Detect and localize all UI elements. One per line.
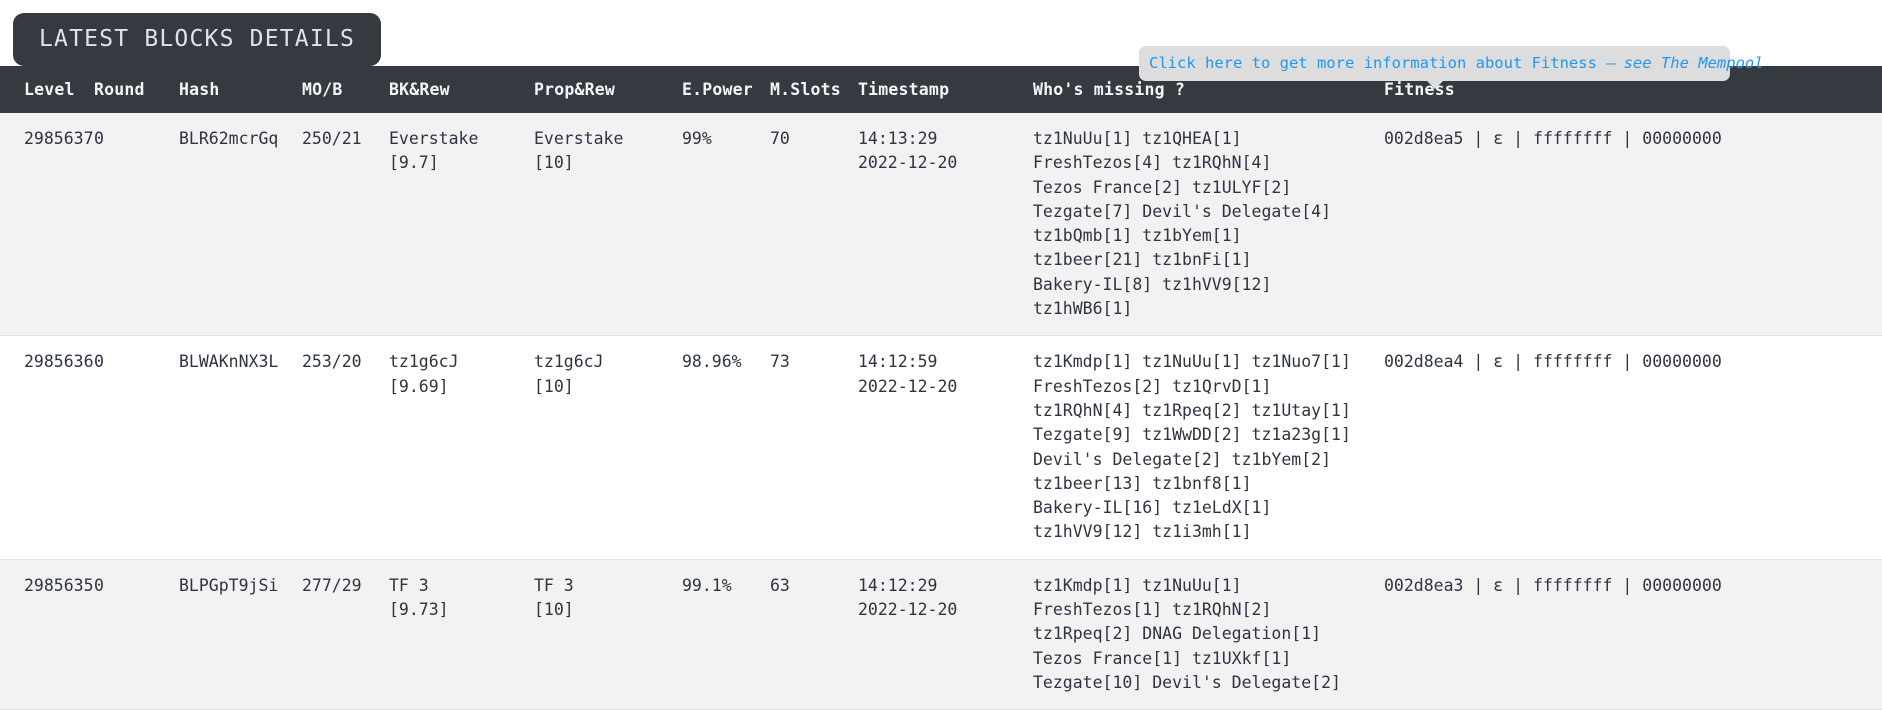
cell-epower: 99% (682, 113, 770, 337)
column-header-hash[interactable]: Hash (179, 66, 302, 113)
missing-line: FreshTezos[4] tz1RQhN[4] (1033, 153, 1272, 173)
missing-line: tz1hVV9[12] tz1i3mh[1] (1033, 522, 1252, 542)
table-row[interactable]: 2985637 0 BLR62mcrGq 250/21 Everstake [9… (0, 113, 1882, 337)
missing-line: tz1RQhN[4] tz1Rpeq[2] tz1Utay[1] (1033, 400, 1351, 420)
bkrew-reward: [9.69] (389, 376, 449, 396)
fitness-info-banner[interactable]: Click here to get more information about… (1139, 46, 1764, 89)
missing-line: Tezos France[2] tz1ULYF[2] (1033, 177, 1292, 197)
cell-proprew[interactable]: Everstake [10] (534, 113, 682, 337)
cell-proprew[interactable]: TF 3 [10] (534, 559, 682, 710)
cell-mob: 277/29 (302, 559, 389, 710)
cell-epower: 98.96% (682, 335, 770, 560)
missing-line: Bakery-IL[8] tz1hVV9[12] (1033, 274, 1272, 294)
bkrew-baker[interactable]: Everstake (389, 127, 534, 151)
cell-proprew[interactable]: tz1g6cJ [10] (534, 335, 682, 560)
column-header-mob[interactable]: MO/B (302, 66, 389, 113)
proprew-baker[interactable]: Everstake (534, 127, 682, 151)
column-header-mslots[interactable]: M.Slots (770, 66, 858, 113)
proprew-reward: [10] (534, 376, 574, 396)
cell-bkrew[interactable]: Everstake [9.7] (389, 113, 534, 337)
table-body: 2985637 0 BLR62mcrGq 250/21 Everstake [9… (0, 113, 1882, 710)
missing-line: FreshTezos[2] tz1QrvD[1] (1033, 376, 1272, 396)
proprew-baker[interactable]: tz1g6cJ (534, 350, 682, 374)
missing-line: tz1beer[13] tz1bnf8[1] (1033, 473, 1252, 493)
proprew-reward: [10] (534, 153, 574, 173)
table-row[interactable]: 2985636 0 BLWAKnNX3L 253/20 tz1g6cJ [9.6… (0, 335, 1882, 560)
cell-timestamp: 14:13:29 2022-12-20 (858, 113, 1033, 337)
cell-mob: 250/21 (302, 113, 389, 337)
missing-line: tz1beer[21] tz1bnFi[1] (1033, 250, 1252, 270)
cell-round: 0 (94, 113, 179, 337)
cell-bkrew[interactable]: TF 3 [9.73] (389, 559, 534, 710)
missing-line: tz1Kmdp[1] tz1NuUu[1] (1033, 575, 1242, 595)
cell-timestamp: 14:12:59 2022-12-20 (858, 335, 1033, 560)
timestamp-time: 14:12:59 (858, 352, 938, 372)
cell-bkrew[interactable]: tz1g6cJ [9.69] (389, 335, 534, 560)
timestamp-date: 2022-12-20 (858, 153, 958, 173)
missing-line: tz1NuUu[1] tz1QHEA[1] (1033, 129, 1242, 148)
cell-hash[interactable]: BLWAKnNX3L (179, 335, 302, 560)
missing-line: Tezgate[9] tz1WwDD[2] tz1a23g[1] (1033, 425, 1351, 445)
fitness-info-banner-link[interactable]: see The Mempool (1624, 54, 1764, 72)
cell-hash[interactable]: BLPGpT9jSi (179, 559, 302, 710)
cell-missing: tz1Kmdp[1] tz1NuUu[1] FreshTezos[1] tz1R… (1033, 559, 1384, 710)
timestamp-date: 2022-12-20 (858, 376, 958, 396)
cell-fitness: 002d8ea3 | ε | ffffffff | 00000000 (1384, 559, 1882, 710)
missing-line: Tezgate[7] Devil's Delegate[4] (1033, 201, 1332, 221)
cell-mob: 253/20 (302, 335, 389, 560)
bkrew-reward: [9.73] (389, 600, 449, 620)
page-title: LATEST BLOCKS DETAILS (13, 13, 381, 66)
fitness-info-banner-text: Click here to get more information about… (1149, 54, 1616, 72)
cell-round: 0 (94, 559, 179, 710)
cell-mslots: 63 (770, 559, 858, 710)
missing-line: Bakery-IL[16] tz1eLdX[1] (1033, 498, 1272, 518)
timestamp-time: 14:13:29 (858, 129, 938, 148)
column-header-epower[interactable]: E.Power (682, 66, 770, 113)
missing-line: tz1Kmdp[1] tz1NuUu[1] tz1Nuo7[1] (1033, 352, 1351, 372)
bkrew-baker[interactable]: TF 3 (389, 574, 534, 598)
missing-line: tz1Rpeq[2] DNAG Delegation[1] (1033, 624, 1322, 644)
cell-mslots: 73 (770, 335, 858, 560)
cell-missing: tz1NuUu[1] tz1QHEA[1] FreshTezos[4] tz1R… (1033, 113, 1384, 337)
column-header-proprew[interactable]: Prop&Rew (534, 66, 682, 113)
cell-timestamp: 14:12:29 2022-12-20 (858, 559, 1033, 710)
table-row[interactable]: 2985635 0 BLPGpT9jSi 277/29 TF 3 [9.73] … (0, 559, 1882, 710)
column-header-timestamp[interactable]: Timestamp (858, 66, 1033, 113)
column-header-level[interactable]: Level (0, 66, 94, 113)
cell-round: 0 (94, 335, 179, 560)
cell-level[interactable]: 2985637 (0, 113, 94, 337)
missing-line: tz1bQmb[1] tz1bYem[1] (1033, 226, 1242, 246)
timestamp-time: 14:12:29 (858, 575, 938, 595)
missing-line: tz1hWB6[1] (1033, 299, 1133, 319)
timestamp-date: 2022-12-20 (858, 600, 958, 620)
cell-missing: tz1Kmdp[1] tz1NuUu[1] tz1Nuo7[1] FreshTe… (1033, 335, 1384, 560)
cell-epower: 99.1% (682, 559, 770, 710)
proprew-reward: [10] (534, 600, 574, 620)
bkrew-reward: [9.7] (389, 153, 439, 173)
cell-level[interactable]: 2985635 (0, 559, 94, 710)
missing-line: FreshTezos[1] tz1RQhN[2] (1033, 600, 1272, 620)
latest-blocks-page: LATEST BLOCKS DETAILS Click here to get … (0, 0, 1882, 710)
cell-level[interactable]: 2985636 (0, 335, 94, 560)
column-header-round[interactable]: Round (94, 66, 179, 113)
cell-fitness: 002d8ea5 | ε | ffffffff | 00000000 (1384, 113, 1882, 337)
cell-hash[interactable]: BLR62mcrGq (179, 113, 302, 337)
latest-blocks-table: Level Round Hash MO/B BK&Rew Prop&Rew E.… (0, 66, 1882, 710)
missing-line: Tezos France[1] tz1UXkf[1] (1033, 648, 1292, 668)
proprew-baker[interactable]: TF 3 (534, 574, 682, 598)
missing-line: Devil's Delegate[2] tz1bYem[2] (1033, 449, 1332, 469)
cell-mslots: 70 (770, 113, 858, 337)
cell-fitness: 002d8ea4 | ε | ffffffff | 00000000 (1384, 335, 1882, 560)
missing-line: Tezgate[10] Devil's Delegate[2] (1033, 672, 1341, 692)
bkrew-baker[interactable]: tz1g6cJ (389, 350, 534, 374)
column-header-bkrew[interactable]: BK&Rew (389, 66, 534, 113)
